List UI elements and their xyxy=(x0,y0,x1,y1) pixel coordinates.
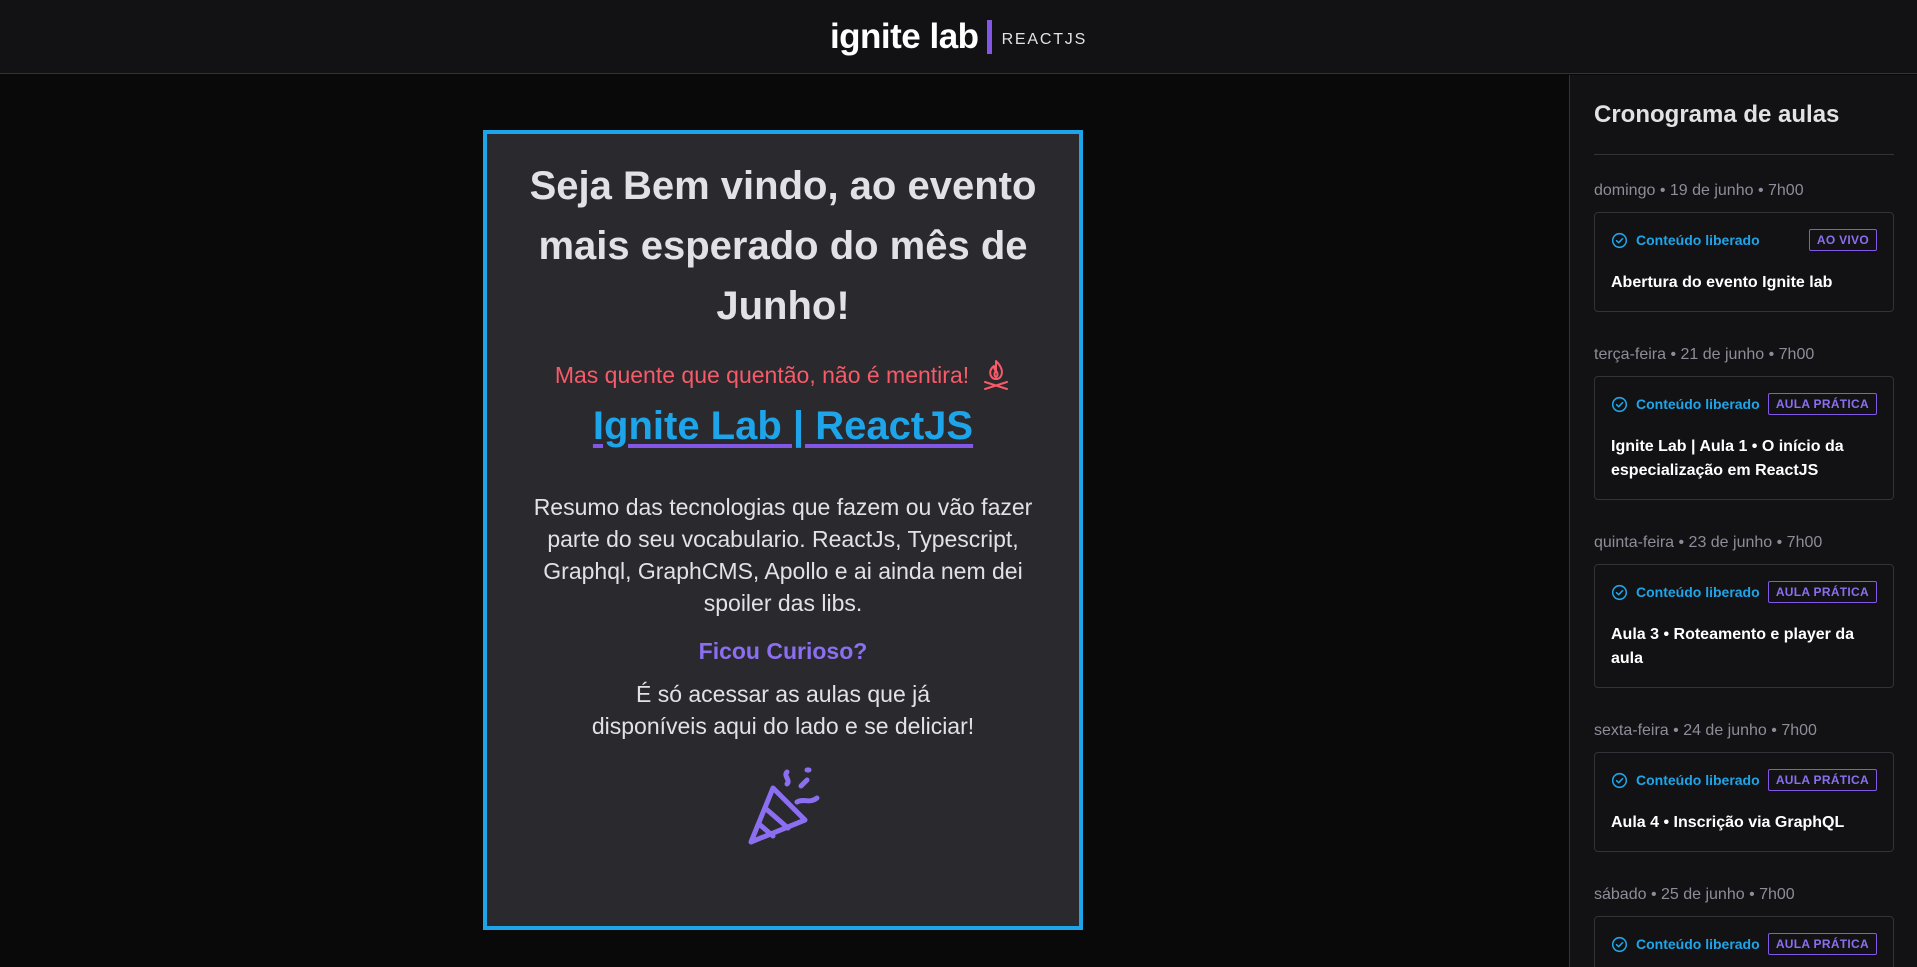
lesson-title: Abertura do evento Ignite lab xyxy=(1611,274,1833,291)
released-status: Conteúdo liberado xyxy=(1611,772,1760,789)
sidebar-title: Cronograma de aulas xyxy=(1594,101,1840,128)
lesson-card[interactable]: Conteúdo liberado AULA PRÁTICA Ignite La… xyxy=(1594,376,1894,500)
access-text: É só acessar as aulas que já disponíveis… xyxy=(591,681,975,739)
practical-badge: AULA PRÁTICA xyxy=(1767,393,1877,415)
ignite-lab-link[interactable]: Ignite Lab | ReactJS xyxy=(487,404,1079,449)
sidebar-divider xyxy=(1594,154,1894,155)
lesson-card-top: Conteúdo liberado AO VIVO xyxy=(1611,229,1877,251)
check-circle-icon xyxy=(1611,396,1628,412)
lesson-date: terça-feira • 21 de junho • 7h00 xyxy=(1594,346,1815,363)
lesson-title: Ignite Lab | Aula 1 • O início da especi… xyxy=(1611,438,1844,479)
check-circle-icon xyxy=(1611,772,1628,788)
lesson-item: quinta-feira • 23 de junho • 7h00 Conteú… xyxy=(1594,534,1894,688)
welcome-card: Seja Bem vindo, ao evento mais esperado … xyxy=(483,130,1083,930)
lesson-item: terça-feira • 21 de junho • 7h00 Conteúd… xyxy=(1594,346,1894,500)
lesson-item: domingo • 19 de junho • 7h00 Conteúdo li… xyxy=(1594,182,1894,312)
summary-text: Resumo das tecnologias que fazem ou vão … xyxy=(533,494,1033,616)
practical-badge: AULA PRÁTICA xyxy=(1767,769,1877,791)
released-status: Conteúdo liberado xyxy=(1611,584,1760,601)
logo-divider xyxy=(986,19,992,54)
lesson-card[interactable]: Conteúdo liberado AO VIVO Abertura do ev… xyxy=(1594,212,1894,312)
check-circle-icon xyxy=(1611,584,1628,600)
released-status: Conteúdo liberado xyxy=(1611,396,1760,413)
logo-sub-text: REACTJS xyxy=(1001,30,1088,48)
lesson-date: sábado • 25 de junho • 7h00 xyxy=(1594,886,1795,903)
check-circle-icon xyxy=(1611,936,1628,952)
released-label: Conteúdo liberado xyxy=(1636,396,1760,412)
practical-badge: AULA PRÁTICA xyxy=(1767,581,1877,603)
lesson-card-top: Conteúdo liberado AULA PRÁTICA xyxy=(1611,581,1877,603)
campfire-icon xyxy=(984,360,1009,390)
main-content: Seja Bem vindo, ao evento mais esperado … xyxy=(0,75,1569,967)
schedule-sidebar: Cronograma de aulas domingo • 19 de junh… xyxy=(1569,75,1917,967)
lesson-card-top: Conteúdo liberado AULA PRÁTICA xyxy=(1611,933,1877,955)
lesson-item: sexta-feira • 24 de junho • 7h00 Conteúd… xyxy=(1594,722,1894,852)
lesson-title: Aula 4 • Inscrição via GraphQL xyxy=(1611,814,1845,831)
lesson-card[interactable]: Conteúdo liberado AULA PRÁTICA Aula 3 • … xyxy=(1594,564,1894,688)
lesson-card[interactable]: Conteúdo liberado AULA PRÁTICA xyxy=(1594,916,1894,967)
released-label: Conteúdo liberado xyxy=(1636,772,1760,788)
curious-heading: Ficou Curioso? xyxy=(698,638,868,664)
released-label: Conteúdo liberado xyxy=(1636,936,1760,952)
released-label: Conteúdo liberado xyxy=(1636,584,1760,600)
live-badge: AO VIVO xyxy=(1808,229,1877,251)
lesson-title: Aula 3 • Roteamento e player da aula xyxy=(1611,626,1855,667)
lesson-card-top: Conteúdo liberado AULA PRÁTICA xyxy=(1611,393,1877,415)
hot-text: Mas quente que quentão, não é mentira! xyxy=(554,361,970,388)
released-label: Conteúdo liberado xyxy=(1636,232,1760,248)
lesson-card[interactable]: Conteúdo liberado AULA PRÁTICA Aula 4 • … xyxy=(1594,752,1894,852)
lesson-date: domingo • 19 de junho • 7h00 xyxy=(1594,182,1804,199)
lesson-card-top: Conteúdo liberado AULA PRÁTICA xyxy=(1611,769,1877,791)
lesson-item: sábado • 25 de junho • 7h00 Conteúdo lib… xyxy=(1594,886,1894,967)
ignite-lab-logo: ignite lab REACTJS xyxy=(830,17,1087,57)
welcome-heading: Seja Bem vindo, ao evento mais esperado … xyxy=(529,164,1037,328)
confetti-icon xyxy=(748,767,820,845)
top-header: ignite lab REACTJS xyxy=(0,0,1917,74)
practical-badge: AULA PRÁTICA xyxy=(1767,933,1877,955)
logo-main-text: ignite lab xyxy=(829,16,979,56)
check-circle-icon xyxy=(1611,232,1628,248)
released-status: Conteúdo liberado xyxy=(1611,936,1760,953)
released-status: Conteúdo liberado xyxy=(1611,232,1760,249)
lesson-date: quinta-feira • 23 de junho • 7h00 xyxy=(1594,534,1823,551)
hot-line: Mas quente que quentão, não é mentira! xyxy=(487,358,1079,392)
lesson-date: sexta-feira • 24 de junho • 7h00 xyxy=(1594,722,1817,739)
